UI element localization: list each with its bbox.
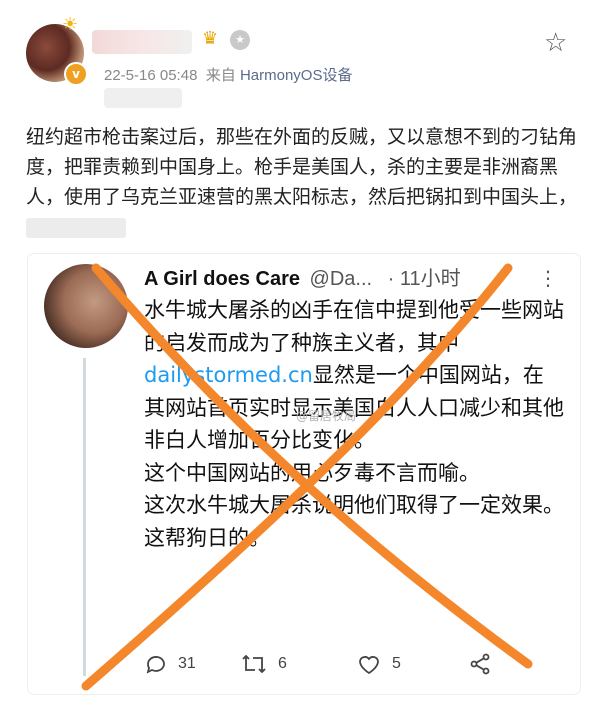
embedded-tweet[interactable]: A Girl does Care @Da... · 11小时 ⋮ 水牛城大屠杀的… bbox=[28, 254, 580, 694]
watermark: @留居牧局 bbox=[296, 409, 357, 423]
like-count: 5 bbox=[392, 655, 401, 672]
tweet-text: 水牛城大屠杀的凶手在信中提到他受一些网站的启发而成为了种族主义者，其中 daily… bbox=[144, 294, 564, 554]
tweet-line2: 这个中国网站的用心歹毒不言而喻。 bbox=[144, 460, 480, 485]
like-icon bbox=[359, 656, 379, 675]
retweet-count: 6 bbox=[278, 655, 287, 672]
tweet-link[interactable]: dailystormed.cn bbox=[144, 363, 313, 387]
source-device[interactable]: HarmonyOS设备 bbox=[240, 67, 353, 84]
post-header: ☀ v ♛ ★ ☆ 22-5-16 05:48 来自 HarmonyOS设备 bbox=[0, 0, 600, 110]
crown-icon: ♛ bbox=[202, 28, 219, 49]
meta-redacted bbox=[104, 88, 182, 108]
tweet-actions: 31 6 5 bbox=[144, 652, 574, 682]
post-timestamp: 22-5-16 05:48 bbox=[104, 67, 198, 84]
share-button[interactable] bbox=[468, 652, 502, 676]
tweet-line4: 这帮狗日的。 bbox=[144, 525, 270, 550]
retweet-button[interactable]: 6 bbox=[240, 652, 287, 676]
share-icon bbox=[470, 653, 490, 675]
tweet-author-name[interactable]: A Girl does Care bbox=[144, 268, 300, 290]
source-prefix: 来自 bbox=[205, 67, 236, 84]
tweet-text-part1: 水牛城大屠杀的凶手在信中提到他受一些网站的启发而成为了种族主义者，其中 bbox=[144, 298, 564, 355]
username-redacted[interactable] bbox=[92, 30, 192, 54]
post-body: 纽约超市枪击案过后，那些在外面的反贼，又以意想不到的刁钻角度，把罪责赖到中国身上… bbox=[26, 122, 582, 242]
star-icon[interactable]: ☆ bbox=[544, 30, 567, 56]
post-meta: 22-5-16 05:48 来自 HarmonyOS设备 bbox=[104, 64, 352, 85]
tweet-author-handle[interactable]: @Da... bbox=[310, 268, 373, 290]
medal-icon: ★ bbox=[230, 30, 250, 50]
reply-button[interactable]: 31 bbox=[144, 652, 196, 676]
verified-badge-icon: v bbox=[64, 62, 88, 86]
reply-icon bbox=[146, 656, 165, 674]
like-button[interactable]: 5 bbox=[356, 652, 401, 676]
tweet-line3: 这次水牛城大屠杀说明他们取得了一定效果。 bbox=[144, 493, 564, 517]
text-redacted bbox=[26, 217, 126, 238]
tweet-author-line: A Girl does Care @Da... · 11小时 bbox=[144, 262, 564, 291]
post-text: 纽约超市枪击案过后，那些在外面的反贼，又以意想不到的刁钻角度，把罪责赖到中国身上… bbox=[26, 126, 578, 208]
thread-line bbox=[83, 358, 86, 676]
retweet-icon bbox=[242, 654, 266, 674]
sun-icon: ☀ bbox=[62, 14, 79, 35]
tweet-time: · 11小时 bbox=[387, 268, 461, 290]
more-icon[interactable]: ⋮ bbox=[538, 266, 558, 290]
reply-count: 31 bbox=[178, 655, 196, 672]
tweet-avatar[interactable] bbox=[44, 264, 128, 348]
